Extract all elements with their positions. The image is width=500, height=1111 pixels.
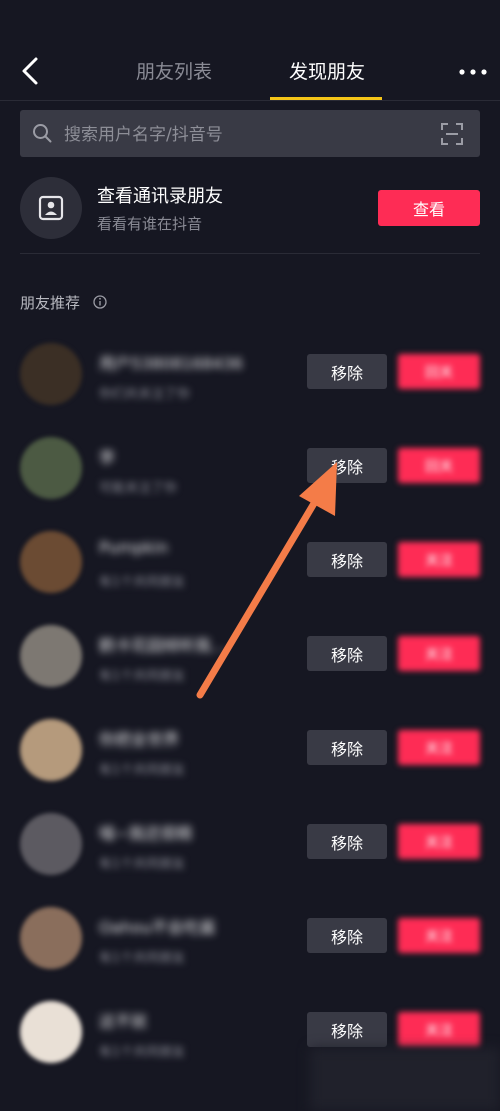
search-bar[interactable] [20,110,480,159]
list-item[interactable]: Oahou不会吃酱 有1个共同朋友 移除 关注 [0,889,500,983]
tab-discover-friends[interactable]: 发现朋友 [289,56,365,88]
avatar[interactable] [20,719,82,781]
friend-subtitle: 有1个共同朋友 [99,575,186,590]
list-item[interactable]: Pumpkin 有1个共同朋友 移除 关注 [0,513,500,607]
follow-button[interactable]: 关注 [398,824,480,859]
remove-button[interactable]: 移除 [307,1012,387,1047]
tab-friends-list[interactable]: 朋友列表 [136,56,212,88]
contacts-icon-circle [20,177,82,239]
avatar[interactable] [20,343,82,405]
contacts-card-icon [38,195,64,221]
view-contacts-button[interactable]: 查看 [378,190,480,226]
find-friends-page: 朋友列表 发现朋友 查看通讯录朋友 看看有谁在抖音 [0,0,500,1111]
friend-subtitle: 有1个共同朋友 [99,951,186,966]
list-item[interactable]: 鹤卡花园倾听我… 有1个共同朋友 移除 关注 [0,607,500,701]
back-arrow-icon[interactable] [18,56,44,86]
contacts-friends-row[interactable]: 查看通讯录朋友 看看有谁在抖音 查看 [0,170,500,254]
list-item[interactable]: 李 可能关注了你 移除 回关 [0,419,500,513]
info-icon[interactable] [93,295,107,309]
scan-icon[interactable] [440,122,464,146]
divider [20,253,480,254]
list-item[interactable]: 喵~我还很精 有1个共同朋友 移除 关注 [0,795,500,889]
follow-button[interactable]: 关注 [398,918,480,953]
avatar[interactable] [20,437,82,499]
avatar[interactable] [20,531,82,593]
contacts-subtitle: 看看有谁在抖音 [97,215,203,233]
follow-button[interactable]: 关注 [398,1012,480,1047]
avatar[interactable] [20,907,82,969]
remove-button[interactable]: 移除 [307,730,387,765]
contacts-title: 查看通讯录朋友 [97,186,223,207]
avatar[interactable] [20,625,82,687]
friend-name: Pumpkin [99,538,169,557]
follow-button[interactable]: 回关 [398,448,480,483]
friend-subtitle: 有1个共同朋友 [99,669,186,684]
search-input[interactable] [62,110,426,159]
follow-button[interactable]: 关注 [398,542,480,577]
remove-button[interactable]: 移除 [307,918,387,953]
more-icon[interactable] [458,64,488,80]
friend-name: 李 [99,448,116,467]
friend-subtitle: 你们共关注了你 [99,387,191,402]
top-navigation: 朋友列表 发现朋友 [0,0,500,101]
friend-subtitle: 可能关注了你 [99,481,178,496]
list-item[interactable]: 你把全世界 有1个共同朋友 移除 关注 [0,701,500,795]
friend-name: Oahou不会吃酱 [99,918,216,937]
follow-button[interactable]: 关注 [398,636,480,671]
active-tab-indicator [270,97,382,100]
friend-name: 鹤卡花园倾听我… [99,636,228,655]
blurred-bottom-area [310,1048,500,1111]
friend-name: 用户5380816843​6 [99,354,243,373]
remove-button[interactable]: 移除 [307,636,387,671]
friend-name: 这不就 [99,1012,148,1031]
friend-name: 你把全世界 [99,730,180,749]
search-icon [33,124,52,143]
remove-button[interactable]: 移除 [307,354,387,389]
friend-name: 喵~我还很精 [99,824,193,843]
remove-button[interactable]: 移除 [307,542,387,577]
remove-button[interactable]: 移除 [307,824,387,859]
friend-subtitle: 有1个共同朋友 [99,1045,186,1060]
friend-subtitle: 有1个共同朋友 [99,763,186,778]
friend-subtitle: 有1个共同朋友 [99,857,186,872]
remove-button[interactable]: 移除 [307,448,387,483]
section-title: 朋友推荐 [20,294,81,312]
follow-button[interactable]: 关注 [398,730,480,765]
avatar[interactable] [20,813,82,875]
follow-button[interactable]: 回关 [398,354,480,389]
list-item[interactable]: 用户5380816843​6 你们共关注了你 移除 回关 [0,325,500,419]
avatar[interactable] [20,1001,82,1063]
